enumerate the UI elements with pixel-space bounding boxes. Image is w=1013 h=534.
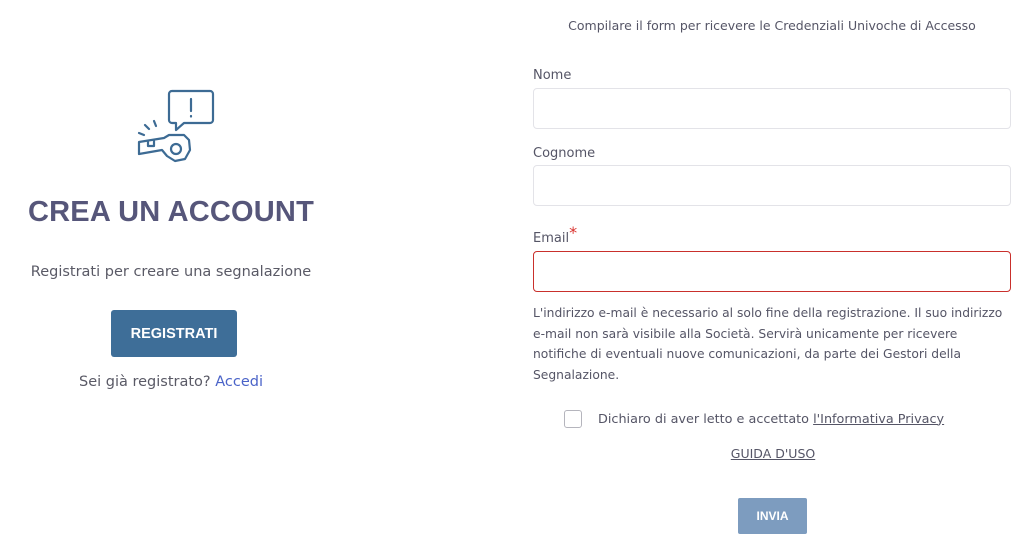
consent-label: Dichiaro di aver letto e accettato xyxy=(598,411,810,427)
submit-button[interactable]: INVIA xyxy=(738,498,807,534)
registration-form: Compilare il form per ricevere le Creden… xyxy=(533,0,1013,534)
privacy-consent-row: Dichiaro di aver letto e accettato l'Inf… xyxy=(564,410,944,428)
whistle-alert-icon xyxy=(137,89,215,163)
email-label-row: Email* xyxy=(533,223,577,246)
consent-text: Dichiaro di aver letto e accettato l'Inf… xyxy=(598,412,944,427)
email-note: L'indirizzo e-mail è necessario al solo … xyxy=(533,306,1003,382)
email-label: Email xyxy=(533,231,570,246)
required-asterisk: * xyxy=(569,223,578,242)
create-account-panel: CREA UN ACCOUNT Registrati per creare un… xyxy=(0,0,342,534)
email-input[interactable] xyxy=(533,251,1011,292)
nome-input[interactable] xyxy=(533,88,1011,129)
page-title: CREA UN ACCOUNT xyxy=(27,196,314,228)
privacy-checkbox[interactable] xyxy=(564,410,582,428)
login-prompt-text: Sei già registrato? xyxy=(78,374,211,390)
cognome-input[interactable] xyxy=(533,165,1011,206)
register-button[interactable]: REGISTRATI xyxy=(111,310,237,357)
login-link[interactable]: Accedi xyxy=(215,374,263,390)
login-prompt-row: Sei già registrato? Accedi xyxy=(0,374,342,390)
form-hint: Compilare il form per ricevere le Creden… xyxy=(568,18,976,33)
user-guide-link[interactable]: GUIDA D'USO xyxy=(533,446,1013,461)
nome-label: Nome xyxy=(533,68,572,83)
cognome-label: Cognome xyxy=(533,146,596,161)
page-subtitle: Registrati per creare una segnalazione xyxy=(30,264,312,280)
privacy-policy-link[interactable]: l'Informativa Privacy xyxy=(813,412,944,427)
